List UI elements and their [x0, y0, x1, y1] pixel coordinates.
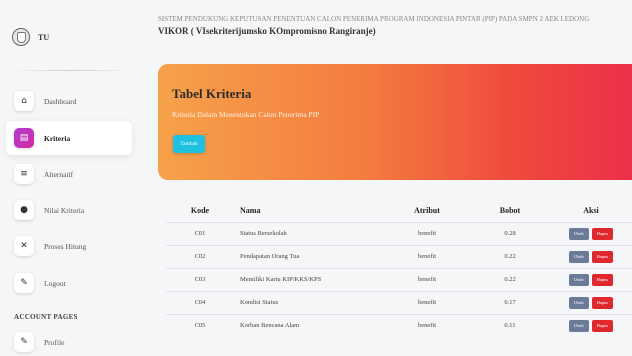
page-title: VIKOR ( VIsekriterijumsko KOmpromisno Ra…: [158, 26, 376, 36]
cell-atribut: benefit: [384, 267, 470, 291]
cell-nama: Memiliki Kartu KIP/KKS/KPS: [234, 267, 384, 291]
cell-atribut: benefit: [384, 221, 470, 245]
cell-kode: C02: [166, 244, 234, 268]
cell-nama: Pendapatan Orang Tua: [234, 244, 384, 268]
sidebar: TU ⌂ Dashboard ▤ Kriteria ≡ Alternatif ●…: [0, 0, 140, 356]
calculator-icon: ✕: [14, 236, 34, 256]
cell-aksi: Ubah Hapus: [550, 221, 632, 245]
cell-bobot: 0.11: [470, 313, 550, 337]
cell-nama: Kondisi Status: [234, 290, 384, 314]
sidebar-item-proses-hitung[interactable]: ✕ Proses Hitung: [6, 229, 132, 263]
sidebar-item-label: Proses Hitung: [44, 241, 87, 251]
table-row: C01 Status Bersekolah benefit 0.28 Ubah H…: [166, 221, 632, 245]
cell-aksi: Ubah Hapus: [550, 267, 632, 291]
sidebar-item-label: Alternatif: [44, 169, 74, 179]
edit-button[interactable]: Ubah: [568, 319, 589, 332]
cell-bobot: 0.22: [470, 267, 550, 291]
cell-atribut: benefit: [384, 290, 470, 314]
cell-kode: C04: [166, 290, 234, 314]
cell-atribut: benefit: [384, 244, 470, 268]
document-icon: ▤: [14, 128, 34, 148]
sidebar-item-label: Logout: [44, 278, 66, 288]
column-header-atribut: Atribut: [414, 206, 440, 216]
table-row: C05 Korban Bencana Alam benefit 0.11 Uba…: [166, 313, 632, 337]
delete-button[interactable]: Hapus: [591, 319, 614, 332]
kriteria-table: Kode Nama Atribut Bobot Aksi C01 Status …: [166, 200, 632, 337]
column-header-kode: Kode: [190, 206, 210, 216]
cell-nama: Status Bersekolah: [234, 221, 384, 245]
delete-button[interactable]: Hapus: [591, 227, 614, 240]
sidebar-item-label: Kriteria: [44, 133, 71, 143]
cell-aksi: Ubah Hapus: [550, 244, 632, 268]
delete-button[interactable]: Hapus: [591, 273, 614, 286]
cell-kode: C01: [166, 221, 234, 245]
cell-bobot: 0.28: [470, 221, 550, 245]
banner-subtitle: Kriteria Dalam Menentukan Calon Penerima…: [172, 110, 320, 119]
cell-aksi: Ubah Hapus: [550, 290, 632, 314]
section-label-account-pages: ACCOUNT PAGES: [14, 313, 78, 321]
cell-aksi: Ubah Hapus: [550, 313, 632, 337]
cell-bobot: 0.22: [470, 244, 550, 268]
cell-atribut: benefit: [384, 313, 470, 337]
column-header-nama: Nama: [240, 206, 261, 216]
table-row: C03 Memiliki Kartu KIP/KKS/KPS benefit 0…: [166, 267, 632, 291]
sidebar-item-profile[interactable]: ✎ Profile: [6, 325, 132, 356]
brand-name: TU: [38, 32, 50, 42]
sidebar-item-logout[interactable]: ✎ Logout: [6, 266, 132, 300]
divider: [12, 70, 130, 71]
sidebar-item-nilai-kriteria[interactable]: ● Nilai Kriteria: [6, 193, 132, 227]
table-row: C02 Pendapatan Orang Tua benefit 0.22 Ub…: [166, 244, 632, 268]
cell-kode: C03: [166, 267, 234, 291]
brand[interactable]: TU: [12, 28, 49, 46]
cell-kode: C05: [166, 313, 234, 337]
user-icon: ✎: [14, 273, 34, 293]
table-header-row: Kode Nama Atribut Bobot Aksi: [166, 200, 632, 222]
edit-button[interactable]: Ubah: [568, 273, 589, 286]
banner-title: Tabel Kriteria: [172, 86, 252, 101]
add-button[interactable]: Tambah: [173, 135, 205, 153]
kriteria-banner: Tabel Kriteria Kriteria Dalam Menentukan…: [158, 64, 632, 180]
delete-button[interactable]: Hapus: [591, 250, 614, 263]
sidebar-item-label: Nilai Kriteria: [44, 205, 85, 215]
column-header-aksi: Aksi: [583, 206, 599, 216]
edit-button[interactable]: Ubah: [568, 250, 589, 263]
sidebar-item-label: Profile: [44, 337, 65, 347]
app-subtitle: SISTEM PENDUKUNG KEPUTUSAN PENENTUAN CAL…: [158, 15, 590, 23]
sidebar-item-kriteria[interactable]: ▤ Kriteria: [6, 121, 132, 155]
sidebar-item-dashboard[interactable]: ⌂ Dashboard: [6, 84, 132, 118]
school-logo-icon: [12, 28, 30, 46]
table-row: C04 Kondisi Status benefit 0.17 Ubah Hapu…: [166, 290, 632, 314]
edit-button[interactable]: Ubah: [568, 227, 589, 240]
list-icon: ≡: [14, 164, 34, 184]
kriteria-table-card: Kode Nama Atribut Bobot Aksi C01 Status …: [158, 180, 632, 356]
delete-button[interactable]: Hapus: [591, 296, 614, 309]
page-header: SISTEM PENDUKUNG KEPUTUSAN PENENTUAN CAL…: [158, 14, 628, 36]
column-header-bobot: Bobot: [499, 206, 521, 216]
home-icon: ⌂: [14, 91, 34, 111]
profile-icon: ✎: [14, 332, 34, 352]
edit-button[interactable]: Ubah: [568, 296, 589, 309]
cell-nama: Korban Bencana Alam: [234, 313, 384, 337]
cell-bobot: 0.17: [470, 290, 550, 314]
sidebar-item-alternatif[interactable]: ≡ Alternatif: [6, 157, 132, 191]
circle-icon: ●: [14, 200, 34, 220]
sidebar-item-label: Dashboard: [44, 96, 77, 106]
